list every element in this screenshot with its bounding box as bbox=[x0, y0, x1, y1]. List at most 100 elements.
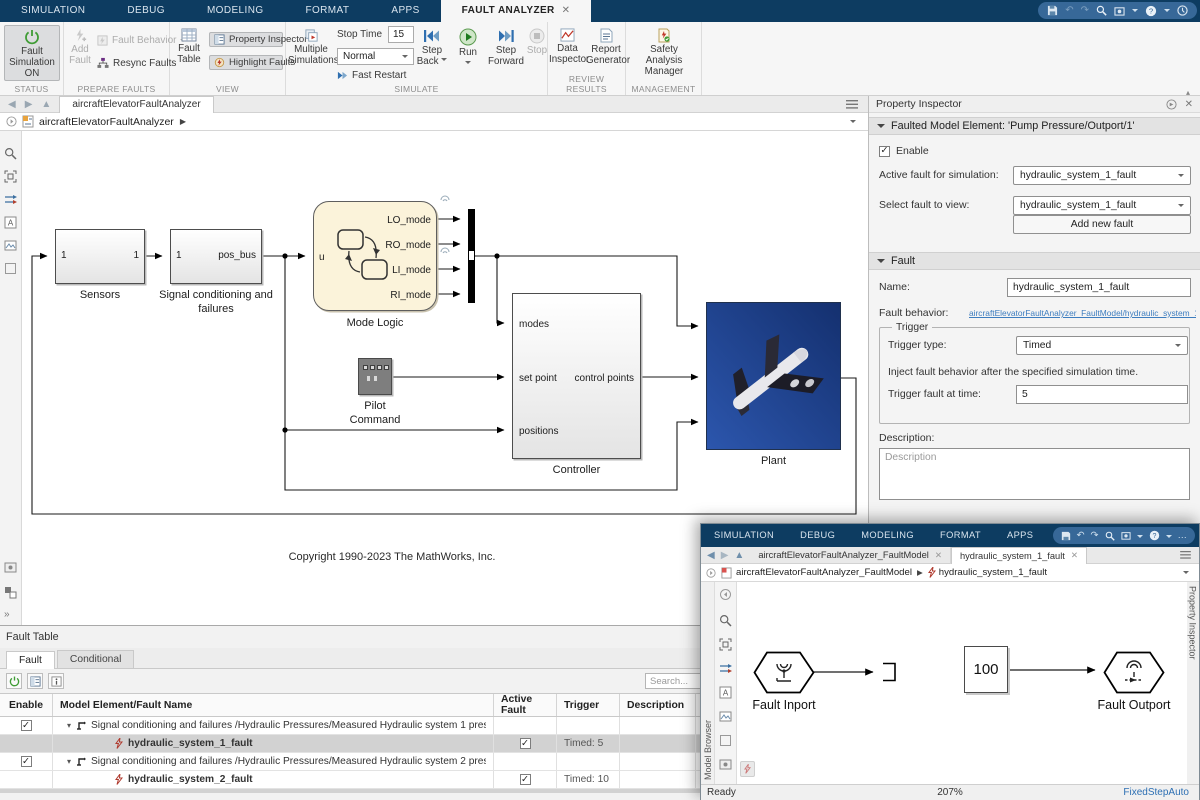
breadcrumb-dropdown-icon[interactable] bbox=[1183, 571, 1189, 577]
chevron-down-icon[interactable] bbox=[1137, 535, 1143, 541]
tab-simulation[interactable]: SIMULATION bbox=[0, 0, 106, 22]
undo-icon[interactable]: ↶ bbox=[1077, 530, 1085, 541]
fault-inport-block[interactable] bbox=[753, 651, 815, 694]
fit-to-view-icon[interactable] bbox=[4, 170, 18, 184]
fault-behavior-link[interactable]: aircraftElevatorFaultAnalyzer_FaultModel… bbox=[969, 308, 1196, 318]
tab-menu-icon[interactable] bbox=[1180, 551, 1191, 559]
column-trigger[interactable]: Trigger bbox=[557, 694, 620, 716]
viewmarks-icon[interactable] bbox=[4, 561, 18, 575]
forward-icon[interactable]: ▶ bbox=[721, 550, 729, 561]
options-icon[interactable] bbox=[1177, 5, 1188, 16]
section-fault[interactable]: Fault bbox=[869, 252, 1200, 270]
tab-fault-analyzer[interactable]: FAULT ANALYZER ✕ bbox=[441, 0, 592, 22]
info-icon[interactable] bbox=[48, 673, 64, 689]
fault-table-button[interactable]: Fault Table bbox=[173, 25, 205, 81]
expand-rail-icon[interactable]: » bbox=[4, 609, 18, 623]
screenshot-icon[interactable] bbox=[1121, 531, 1131, 540]
add-fault-button[interactable]: Add Fault bbox=[65, 25, 95, 81]
column-enable[interactable]: Enable bbox=[0, 694, 53, 716]
area-box-icon[interactable] bbox=[719, 734, 733, 748]
fw-tab-apps[interactable]: APPS bbox=[994, 524, 1046, 547]
active-fault-checkbox[interactable]: ✓ bbox=[520, 738, 531, 749]
fw-tab-format[interactable]: FORMAT bbox=[927, 524, 994, 547]
redo-icon[interactable]: ↷ bbox=[1081, 5, 1089, 16]
column-active-fault[interactable]: Active Fault bbox=[494, 694, 557, 716]
highlight-faults-toggle[interactable]: Highlight Faults bbox=[209, 55, 283, 70]
annotation-icon[interactable]: A bbox=[719, 686, 733, 700]
fw-tab-simulation[interactable]: SIMULATION bbox=[701, 524, 787, 547]
safety-analysis-manager-button[interactable]: Safety Analysis Manager bbox=[630, 25, 698, 81]
open-inspector-icon[interactable] bbox=[27, 673, 43, 689]
data-inspector-button[interactable]: Data Inspector bbox=[549, 25, 586, 81]
fault-model-canvas[interactable]: Fault Inport 100 Fault Outport bbox=[737, 582, 1187, 784]
screenshot-icon[interactable] bbox=[1114, 6, 1125, 16]
pilot-command-block[interactable] bbox=[358, 358, 392, 395]
explorer-bar-icon[interactable] bbox=[701, 568, 721, 578]
search-icon[interactable] bbox=[1096, 5, 1107, 16]
schedule-editor-icon[interactable] bbox=[4, 586, 18, 600]
fault-badge-icon[interactable] bbox=[740, 761, 755, 777]
up-icon[interactable]: ▲ bbox=[41, 99, 51, 110]
tab-modeling[interactable]: MODELING bbox=[186, 0, 285, 22]
close-tab-icon[interactable]: ✕ bbox=[935, 550, 942, 561]
fw-property-inspector-tab[interactable]: Property Inspector bbox=[1188, 582, 1198, 784]
bus-creator-block[interactable] bbox=[468, 209, 475, 303]
up-icon[interactable]: ▲ bbox=[734, 550, 744, 561]
close-tab-icon[interactable]: ✕ bbox=[1071, 550, 1078, 561]
help-icon[interactable]: ? bbox=[1149, 530, 1160, 541]
fw-doc-tab-fault[interactable]: hydraulic_system_1_fault ✕ bbox=[951, 547, 1087, 564]
plant-block[interactable] bbox=[706, 302, 841, 450]
redo-icon[interactable]: ↷ bbox=[1091, 530, 1099, 541]
forward-icon[interactable]: ▶ bbox=[25, 99, 33, 110]
column-description[interactable]: Description bbox=[620, 694, 696, 716]
step-back-button[interactable]: Step Back bbox=[414, 25, 450, 81]
explorer-bar-icon[interactable] bbox=[0, 116, 22, 127]
fw-doc-tab-model[interactable]: aircraftElevatorFaultAnalyzer_FaultModel… bbox=[750, 547, 951, 564]
fast-restart-button[interactable]: Fast Restart bbox=[337, 70, 406, 81]
trigger-type-combo[interactable]: Timed bbox=[1016, 336, 1188, 355]
tab-conditional[interactable]: Conditional bbox=[57, 650, 135, 668]
image-icon[interactable] bbox=[4, 239, 18, 253]
tab-apps[interactable]: APPS bbox=[370, 0, 440, 22]
tab-debug[interactable]: DEBUG bbox=[106, 0, 186, 22]
area-box-icon[interactable] bbox=[4, 262, 18, 276]
chevron-down-icon[interactable] bbox=[1132, 9, 1138, 15]
tab-fault[interactable]: Fault bbox=[6, 651, 55, 669]
viewmarks-icon[interactable] bbox=[719, 758, 733, 772]
row-enable-checkbox[interactable]: ✓ bbox=[21, 756, 32, 767]
back-icon[interactable]: ◀ bbox=[8, 99, 16, 110]
active-fault-combo[interactable]: hydraulic_system_1_fault bbox=[1013, 166, 1191, 185]
breadcrumb-model[interactable]: aircraftElevatorFaultAnalyzer bbox=[39, 116, 174, 128]
tab-menu-icon[interactable] bbox=[846, 100, 858, 109]
back-icon[interactable]: ◀ bbox=[707, 550, 715, 561]
row-caret-icon[interactable]: ▾ bbox=[67, 721, 71, 730]
mode-logic-chart[interactable]: u LO_mode RO_mode LI_mode RI_mode bbox=[313, 201, 437, 311]
row-caret-icon[interactable]: ▾ bbox=[67, 757, 71, 766]
fault-outport-block[interactable] bbox=[1103, 651, 1165, 694]
row-enable-checkbox[interactable]: ✓ bbox=[21, 720, 32, 731]
breadcrumb-dropdown-icon[interactable] bbox=[850, 120, 856, 126]
fw-breadcrumb-fault[interactable]: hydraulic_system_1_fault bbox=[939, 567, 1047, 578]
enable-checkbox[interactable]: ✓ bbox=[879, 146, 890, 157]
constant-block[interactable]: 100 bbox=[964, 646, 1008, 693]
annotation-icon[interactable]: A bbox=[4, 216, 18, 230]
hide-browser-icon[interactable] bbox=[719, 588, 733, 602]
zoom-icon[interactable] bbox=[719, 614, 733, 628]
stop-time-input[interactable] bbox=[388, 26, 414, 43]
sim-mode-combo[interactable]: Normal bbox=[337, 48, 414, 65]
enable-fault-simulation-icon[interactable] bbox=[6, 673, 22, 689]
image-icon[interactable] bbox=[719, 710, 733, 724]
help-icon[interactable]: ? bbox=[1145, 5, 1157, 17]
fault-simulation-toggle[interactable]: Fault Simulation ON bbox=[4, 25, 60, 81]
document-tab[interactable]: aircraftElevatorFaultAnalyzer bbox=[59, 96, 213, 113]
fw-tab-modeling[interactable]: MODELING bbox=[848, 524, 927, 547]
save-icon[interactable] bbox=[1047, 5, 1058, 16]
signal-conditioning-block[interactable]: 1 pos_bus bbox=[170, 229, 262, 284]
section-faulted-element[interactable]: Faulted Model Element: 'Pump Pressure/Ou… bbox=[869, 117, 1200, 135]
column-name[interactable]: Model Element/Fault Name bbox=[53, 694, 494, 716]
signal-routing-icon[interactable] bbox=[4, 193, 18, 207]
stop-button[interactable]: Stop bbox=[526, 25, 548, 81]
fit-to-view-icon[interactable] bbox=[719, 638, 733, 652]
step-forward-button[interactable]: Step Forward bbox=[486, 25, 526, 81]
model-browser-tab[interactable]: Model Browser bbox=[703, 582, 713, 784]
